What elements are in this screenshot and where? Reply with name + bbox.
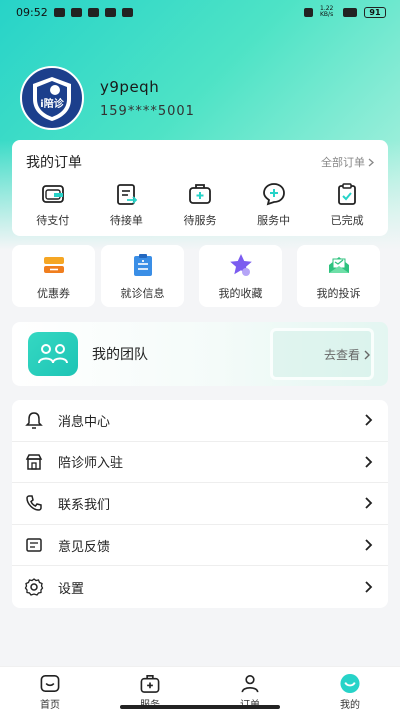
chevron-right-icon <box>365 456 373 468</box>
home-indicator <box>120 705 280 709</box>
coupon-icon <box>43 257 64 273</box>
feedback-icon <box>26 538 42 552</box>
menu-item-messages[interactable]: 消息中心 <box>12 400 388 442</box>
clipboard-check-icon <box>338 183 357 205</box>
menu-item-contact-us[interactable]: 联系我们 <box>12 483 388 525</box>
view-team-label: 去查看 <box>323 348 360 362</box>
menu-item-label: 联系我们 <box>58 497 111 513</box>
battery-icon: 91 <box>364 6 386 18</box>
battery-level: 91 <box>369 7 381 17</box>
chevron-right-icon <box>365 414 373 426</box>
wifi-icon <box>343 7 357 17</box>
gear-icon <box>24 578 44 596</box>
settings-menu: 消息中心 陪诊师入驻 联系我们 意见反馈 设置 <box>12 400 388 608</box>
order-person-icon <box>241 675 259 693</box>
order-receive-icon <box>117 184 138 205</box>
order-status-label: 待接单 <box>109 214 143 227</box>
medical-kit-icon <box>189 184 211 204</box>
orders-title: 我的订单 <box>26 155 82 171</box>
quick-link-label: 优惠券 <box>37 287 70 300</box>
menu-item-label: 意见反馈 <box>58 539 111 555</box>
home-icon <box>40 675 60 692</box>
profile-icon <box>340 673 360 694</box>
order-status-label: 待服务 <box>183 214 217 227</box>
quick-link-label: 就诊信息 <box>120 287 165 300</box>
star-icon <box>229 254 252 276</box>
phone-number: 159****5001 <box>100 103 195 119</box>
chevron-right-icon <box>365 497 373 510</box>
logo-text: i陪诊 <box>40 97 64 110</box>
quick-link-label: 我的投诉 <box>316 287 361 300</box>
team-icon <box>28 332 78 376</box>
username: y9peqh <box>100 77 160 96</box>
complaint-icon <box>328 257 349 273</box>
chevron-right-icon <box>365 581 373 593</box>
order-status-label: 待支付 <box>36 214 70 227</box>
tab-label: 首页 <box>40 700 60 711</box>
tab-mine[interactable]: 我的 <box>305 667 395 711</box>
orders-card: 我的订单 全部订单 待支付 待接单 待服务 服务中 已完成 <box>12 140 388 236</box>
view-all-label: 全部订单 <box>321 156 365 169</box>
quick-link-favorites[interactable]: 我的收藏 <box>199 245 282 307</box>
store-icon <box>25 454 43 470</box>
status-right: 1.22 KB/s 91 <box>304 6 386 18</box>
team-people-icon <box>38 344 68 364</box>
wallet-icon <box>41 185 64 203</box>
quick-link-label: 我的收藏 <box>218 287 263 300</box>
mail-notification-icon <box>87 7 99 17</box>
profile-info: y9peqh 159****5001 <box>100 78 195 119</box>
team-label: 我的团队 <box>92 347 148 363</box>
medical-record-icon <box>133 254 152 276</box>
network-speed: 1.22 KB/s <box>320 5 334 18</box>
profile-header[interactable]: i陪诊 y9peqh 159****5001 <box>20 66 195 130</box>
order-pending-payment[interactable]: 待支付 <box>16 180 90 228</box>
order-completed[interactable]: 已完成 <box>310 180 384 228</box>
quick-link-visit-info[interactable]: 就诊信息 <box>101 245 184 307</box>
menu-item-feedback[interactable]: 意见反馈 <box>12 525 388 567</box>
view-all-orders-link[interactable]: 全部订单 <box>321 154 374 170</box>
orders-header: 我的订单 全部订单 <box>12 140 388 172</box>
menu-item-label: 设置 <box>58 581 85 597</box>
quick-link-coupon[interactable]: 优惠券 <box>12 245 95 307</box>
order-pending-service[interactable]: 待服务 <box>163 180 237 228</box>
menu-item-label: 消息中心 <box>58 414 111 430</box>
order-status-label: 已完成 <box>330 214 364 227</box>
chevron-right-icon <box>365 539 373 551</box>
my-team-card[interactable]: 我的团队 去查看 <box>12 322 388 386</box>
status-left: 09:52 <box>16 6 133 19</box>
chat-notification-icon <box>121 7 133 17</box>
app-notification-icon <box>53 7 65 17</box>
phone-icon <box>26 495 42 512</box>
menu-item-settings[interactable]: 设置 <box>12 566 388 608</box>
status-time: 09:52 <box>16 5 48 19</box>
chevron-right-icon <box>364 350 370 359</box>
bell-icon <box>25 412 43 430</box>
status-bar: 09:52 1.22 KB/s 91 <box>0 0 400 24</box>
vibrate-icon <box>304 7 313 17</box>
service-icon <box>140 675 160 693</box>
order-pending-accept[interactable]: 待接单 <box>90 180 164 228</box>
message-notification-icon <box>70 7 82 17</box>
tab-label: 我的 <box>340 700 360 711</box>
quick-link-complaints[interactable]: 我的投诉 <box>297 245 380 307</box>
tab-home[interactable]: 首页 <box>5 667 95 711</box>
send-notification-icon <box>104 7 116 17</box>
menu-item-companion-join[interactable]: 陪诊师入驻 <box>12 442 388 484</box>
order-in-service[interactable]: 服务中 <box>237 180 311 228</box>
menu-item-label: 陪诊师入驻 <box>58 456 124 472</box>
chat-plus-icon <box>262 183 285 206</box>
app-logo-icon: i陪诊 <box>33 77 71 121</box>
chevron-right-icon <box>368 158 374 166</box>
order-status-label: 服务中 <box>257 214 291 227</box>
view-team-link[interactable]: 去查看 <box>324 346 370 363</box>
order-status-row: 待支付 待接单 待服务 服务中 已完成 <box>12 172 388 228</box>
avatar[interactable]: i陪诊 <box>20 66 84 130</box>
